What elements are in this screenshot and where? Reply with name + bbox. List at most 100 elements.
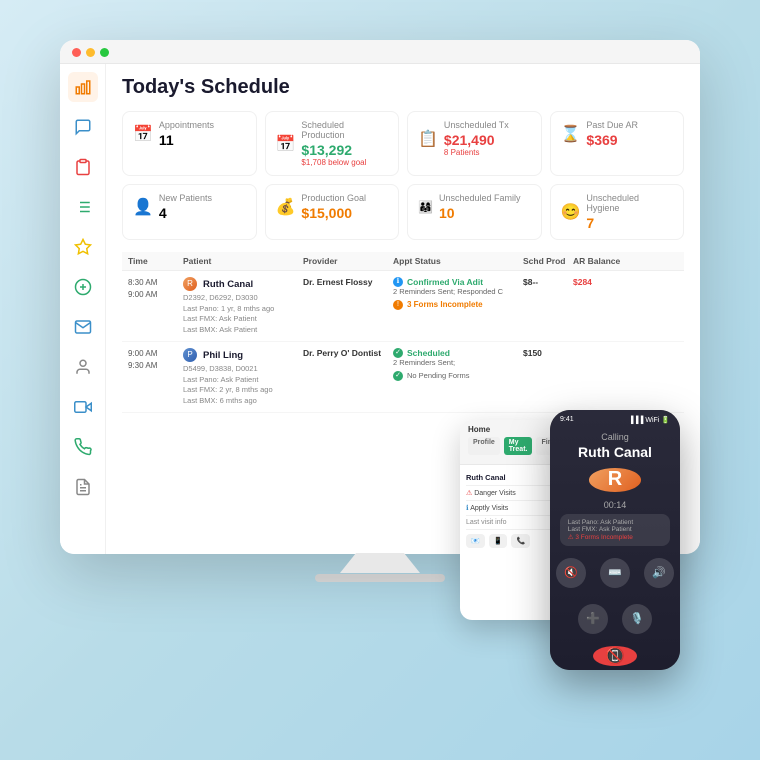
stat-production-goal: 💰 Production Goal $15,000 [265, 184, 400, 240]
status-confirmed: Confirmed Via Adit [407, 277, 483, 287]
patient-details-2: D5499, D3838, D0021 Last Pano: Ask Patie… [183, 364, 303, 406]
sidebar-item-chat[interactable] [68, 112, 98, 142]
sidebar-item-video[interactable] [68, 392, 98, 422]
prod-cell-2: $150 [523, 348, 573, 358]
stat-appointments: 📅 Appointments 11 [122, 111, 257, 176]
phone-call-info: Last Pano: Ask Patient Last FMX: Ask Pat… [560, 514, 671, 546]
appointments-icon: 📅 [133, 124, 153, 144]
phone-timer: 00:14 [604, 500, 627, 510]
unscheduled-hygiene-label: Unscheduled Hygiene [586, 193, 673, 213]
appointments-value: 11 [159, 132, 214, 148]
add-call-button[interactable]: ➕ [578, 604, 608, 634]
phone-calling-label: Calling [601, 432, 629, 442]
sidebar-item-clipboard[interactable] [68, 152, 98, 182]
phone-status: 9:41 ▐▐▐ WiFi 🔋 [550, 410, 680, 426]
sidebar-item-list[interactable] [68, 192, 98, 222]
stat-scheduled-production: 📅 Scheduled Production $13,292 $1,708 be… [265, 111, 400, 176]
col-ar-balance: AR Balance [573, 256, 633, 266]
provider-name: Dr. Ernest Flossy [303, 277, 393, 287]
patient-details: D2392, D6292, D3030 Last Pano: 1 yr, 8 m… [183, 293, 303, 335]
monitor-base [315, 574, 445, 582]
sidebar-item-phone[interactable] [68, 432, 98, 462]
production-goal-value: $15,000 [301, 205, 366, 221]
production-goal-label: Production Goal [301, 193, 366, 203]
sidebar-item-dollar[interactable] [68, 272, 98, 302]
status-forms: No Pending Forms [407, 371, 470, 382]
speaker-button[interactable]: 🔊 [644, 558, 674, 588]
sidebar-item-chart[interactable] [68, 72, 98, 102]
mute-button[interactable]: 🔇 [556, 558, 586, 588]
past-due-value: $369 [586, 132, 638, 148]
sidebar-item-mail[interactable] [68, 312, 98, 342]
col-appt-status: Appt Status [393, 256, 523, 266]
time-cell: 8:30 AM 9:00 AM [128, 277, 183, 301]
phone-wrapper: 9:41 ▐▐▐ WiFi 🔋 Calling Ruth Canal R 00:… [550, 410, 690, 680]
schedule-table: Time Patient Provider Appt Status Schd P… [122, 252, 684, 413]
phone-avatar: R [589, 468, 641, 492]
dot-green [100, 48, 109, 57]
table-header: Time Patient Provider Appt Status Schd P… [122, 252, 684, 271]
unscheduled-tx-icon: 📋 [418, 129, 438, 149]
col-prod: Schd Prod [523, 256, 573, 266]
patient-cell: R Ruth Canal D2392, D6292, D3030 Last Pa… [183, 277, 303, 335]
scheduled-prod-icon: 📅 [276, 134, 296, 154]
monitor-dots [60, 40, 700, 64]
stat-unscheduled-hygiene: 😊 Unscheduled Hygiene 7 [550, 184, 685, 240]
time-cell-2: 9:00 AM 9:30 AM [128, 348, 183, 372]
new-patients-label: New Patients [159, 193, 212, 203]
status-scheduled: Scheduled [407, 348, 450, 358]
unscheduled-tx-sub: 8 Patients [444, 148, 509, 157]
table-row[interactable]: 9:00 AM 9:30 AM P Phil Ling D5499, D3838… [122, 342, 684, 413]
status-detail: 2 Reminders Sent; Responded C [393, 287, 523, 298]
stat-unscheduled-family: 👨‍👩‍👧 Unscheduled Family 10 [407, 184, 542, 240]
keypad-button[interactable]: ⌨️ [600, 558, 630, 588]
sidebar [60, 64, 106, 554]
monitor-stand [340, 553, 420, 573]
sidebar-item-person[interactable] [68, 352, 98, 382]
stats-grid: 📅 Appointments 11 📅 Scheduled Production [122, 111, 684, 240]
unscheduled-tx-value: $21,490 [444, 132, 509, 148]
new-patients-icon: 👤 [133, 197, 153, 217]
scheduled-prod-value: $13,292 [301, 142, 388, 158]
provider-cell-2: Dr. Perry O' Dontist [303, 348, 393, 358]
sidebar-item-report[interactable] [68, 472, 98, 502]
audi-button[interactable]: 🎙️ [622, 604, 652, 634]
sidebar-item-star[interactable] [68, 232, 98, 262]
tablet-tab-mytreat[interactable]: My Treat. [504, 437, 533, 455]
col-time: Time [128, 256, 183, 266]
status-icon-confirmed: ℹ [393, 277, 403, 287]
phone-buttons-row: 🔇 ⌨️ 🔊 [556, 558, 674, 588]
status-forms-icon: ✓ [393, 371, 403, 381]
dot-red [72, 48, 81, 57]
status-icon-scheduled: ✓ [393, 348, 403, 358]
tablet-patient-name: Ruth Canal [466, 473, 506, 482]
past-due-icon: ⌛ [561, 124, 581, 144]
past-due-label: Past Due AR [586, 120, 638, 130]
unscheduled-tx-label: Unscheduled Tx [444, 120, 509, 130]
page-title: Today's Schedule [122, 76, 684, 99]
prod-cell: $8-- [523, 277, 573, 287]
dot-yellow [86, 48, 95, 57]
new-patients-value: 4 [159, 205, 212, 221]
status-detail-2: 2 Reminders Sent; [393, 358, 523, 369]
phone: 9:41 ▐▐▐ WiFi 🔋 Calling Ruth Canal R 00:… [550, 410, 680, 670]
end-call-button[interactable]: 📵 [593, 646, 637, 666]
patient-name-2: Phil Ling [203, 350, 243, 361]
appointments-label: Appointments [159, 120, 214, 130]
stat-past-due-ar: ⌛ Past Due AR $369 [550, 111, 685, 176]
table-row[interactable]: 8:30 AM 9:00 AM R Ruth Canal D2392, D629… [122, 271, 684, 342]
unscheduled-hygiene-value: 7 [586, 215, 673, 231]
scheduled-prod-label: Scheduled Production [301, 120, 388, 140]
unscheduled-family-label: Unscheduled Family [439, 193, 521, 203]
col-provider: Provider [303, 256, 393, 266]
production-goal-icon: 💰 [276, 197, 296, 217]
status-cell-2: ✓ Scheduled 2 Reminders Sent; ✓ No Pendi… [393, 348, 523, 381]
patient-cell-2: P Phil Ling D5499, D3838, D0021 Last Pan… [183, 348, 303, 406]
phone-extra-buttons: ➕ 🎙️ [578, 604, 652, 634]
status-cell: ℹ Confirmed Via Adit 2 Reminders Sent; R… [393, 277, 523, 310]
col-patient: Patient [183, 256, 303, 266]
unscheduled-family-icon: 👨‍👩‍👧 [418, 200, 433, 214]
stat-new-patients: 👤 New Patients 4 [122, 184, 257, 240]
tablet-tab-profile[interactable]: Profile [468, 437, 500, 455]
patient-avatar-2: P [183, 348, 197, 362]
